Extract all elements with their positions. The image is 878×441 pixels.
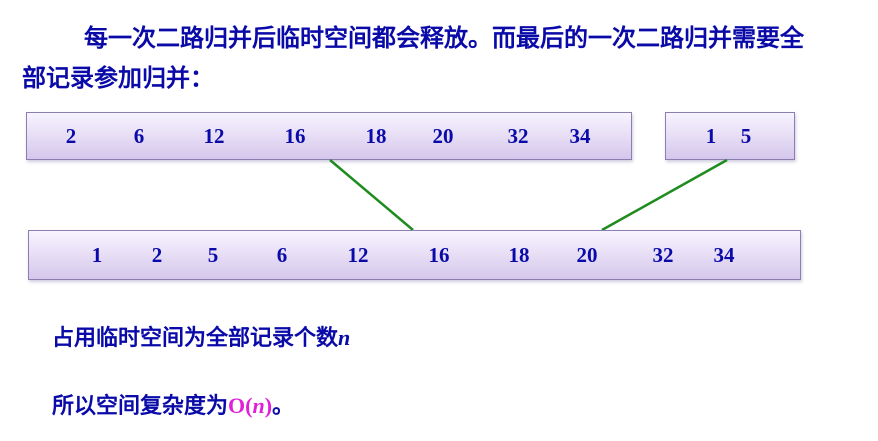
space-usage-text: 占用临时空间为全部记录个数 (52, 325, 339, 351)
big-o-close: ) (264, 393, 273, 418)
merged-run-value: 20 (576, 242, 598, 267)
merged-run-box: 1 2 5 6 12 16 18 20 32 34 (28, 230, 801, 280)
space-complexity-text: 所以空间复杂度为 (52, 393, 229, 419)
merged-run-value: 5 (207, 242, 219, 267)
merged-run-value: 12 (347, 242, 369, 267)
merged-run-value: 18 (508, 242, 530, 267)
big-o-expression: O(n) (228, 393, 272, 418)
merge-connector-lines (329, 158, 728, 232)
left-connector-line (329, 159, 414, 231)
space-complexity-note: 所以空间复杂度为O(n)。 (52, 388, 294, 420)
merged-run-value: 2 (151, 242, 163, 267)
merged-run-value: 34 (713, 242, 735, 267)
merged-run-value: 32 (652, 242, 674, 267)
merged-run-value: 16 (428, 242, 450, 267)
variable-n: n (338, 325, 351, 350)
merged-run-value: 1 (91, 242, 103, 267)
space-usage-note: 占用临时空间为全部记录个数n (52, 320, 350, 352)
right-connector-line (601, 158, 728, 232)
sentence-period: 。 (272, 393, 295, 419)
big-o-open: O( (228, 393, 253, 418)
big-o-variable: n (252, 393, 265, 418)
slide: 每一次二路归并后临时空间都会释放。而最后的一次二路归并需要全部记录参加归并： 2… (0, 0, 878, 441)
merged-run-value: 6 (276, 242, 288, 267)
